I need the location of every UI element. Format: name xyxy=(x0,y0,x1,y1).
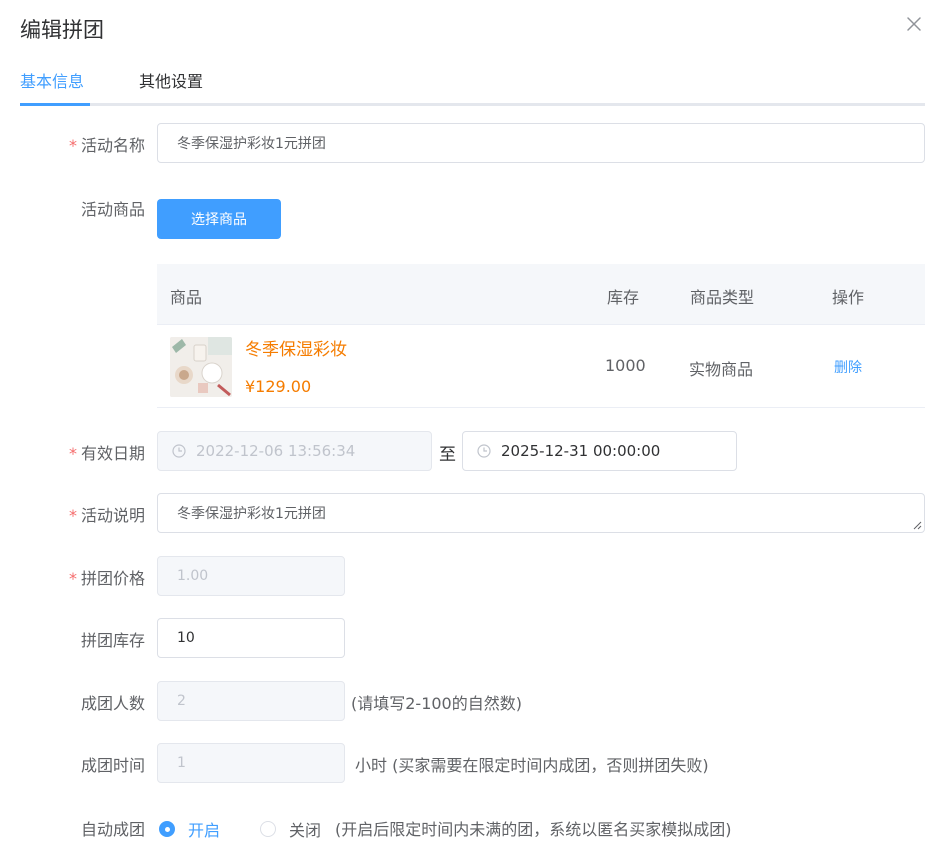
auto-group-on-radio[interactable]: 开启 xyxy=(159,817,220,841)
col-header-action: 操作 xyxy=(832,288,865,307)
auto-group-off-label: 关闭 xyxy=(289,821,322,840)
group-price-input[interactable]: 1.00 xyxy=(157,556,345,596)
activity-goods-label: 活动商品 xyxy=(80,200,145,219)
clock-icon xyxy=(172,444,186,458)
product-stock: 1000 xyxy=(605,356,646,375)
table-row: 冬季保湿彩妆 ¥129.00 1000 实物商品 删除 xyxy=(157,325,925,408)
dialog-title: 编辑拼团 xyxy=(20,18,104,42)
table-header: 商品 库存 商品类型 操作 xyxy=(157,264,925,325)
auto-group-hint: (开启后限定时间内未满的团，系统以匿名买家模拟成团) xyxy=(335,820,732,839)
product-thumbnail xyxy=(170,337,232,397)
auto-group-on-label: 开启 xyxy=(188,821,221,840)
product-price: ¥129.00 xyxy=(245,377,312,396)
group-stock-input[interactable]: 10 xyxy=(157,618,345,658)
clock-icon xyxy=(477,444,491,458)
start-date-input[interactable]: 2022-12-06 13:56:34 xyxy=(157,431,432,471)
date-range-separator: 至 xyxy=(439,445,456,465)
auto-group-label: 自动成团 xyxy=(80,820,145,839)
group-price-label: * 拼团价格 xyxy=(68,569,145,588)
group-size-hint: (请填写2-100的自然数) xyxy=(351,694,522,713)
valid-date-label: * 有效日期 xyxy=(68,444,145,463)
close-icon[interactable] xyxy=(904,14,924,34)
tab-basic-info[interactable]: 基本信息 xyxy=(20,68,84,92)
group-time-hint: 小时 (买家需要在限定时间内成团，否则拼团失败) xyxy=(355,756,709,775)
activity-name-label: * 活动名称 xyxy=(68,136,145,155)
group-time-input[interactable]: 1 xyxy=(157,743,345,783)
description-label: * 活动说明 xyxy=(68,506,145,525)
group-size-input[interactable]: 2 xyxy=(157,681,345,721)
select-goods-button[interactable]: 选择商品 xyxy=(157,199,281,239)
resize-handle-icon[interactable] xyxy=(912,520,922,530)
delete-goods-link[interactable]: 删除 xyxy=(834,357,862,377)
group-stock-label: 拼团库存 xyxy=(80,631,145,650)
group-size-label: 成团人数 xyxy=(80,694,145,713)
tab-bar: 基本信息 其他设置 xyxy=(20,64,925,106)
col-header-goods: 商品 xyxy=(170,288,203,307)
tab-other-settings[interactable]: 其他设置 xyxy=(139,68,203,92)
activity-name-input[interactable]: 冬季保湿护彩妆1元拼团 xyxy=(157,123,925,163)
radio-unchecked-icon xyxy=(260,821,276,837)
end-date-input[interactable]: 2025-12-31 00:00:00 xyxy=(462,431,737,471)
radio-checked-icon xyxy=(159,821,175,837)
active-tab-indicator xyxy=(20,103,90,106)
auto-group-off-radio[interactable]: 关闭 xyxy=(260,817,321,841)
col-header-stock: 库存 xyxy=(607,288,640,307)
group-time-label: 成团时间 xyxy=(80,756,145,775)
goods-table: 商品 库存 商品类型 操作 冬季保湿彩妆 ¥129.00 1000 实物商品 删… xyxy=(157,264,925,408)
description-textarea[interactable]: 冬季保湿护彩妆1元拼团 xyxy=(157,493,925,533)
product-type: 实物商品 xyxy=(689,360,754,379)
col-header-type: 商品类型 xyxy=(690,288,755,307)
product-name-link[interactable]: 冬季保湿彩妆 xyxy=(245,335,347,360)
